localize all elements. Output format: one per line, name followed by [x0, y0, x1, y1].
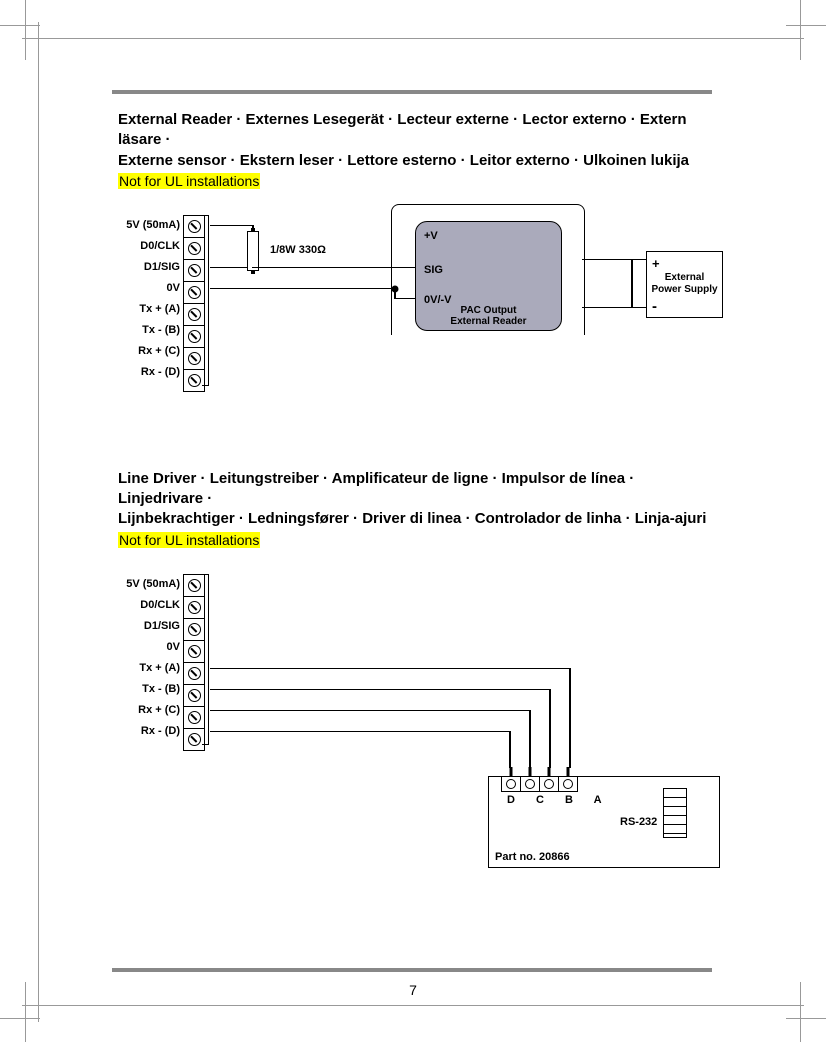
section2-highlight: Not for UL installations — [118, 532, 260, 548]
diagram-line-driver: 5V (50mA) D0/CLK D1/SIG 0V Tx + (A) Tx -… — [118, 558, 718, 898]
term-label: Tx + (A) — [118, 303, 180, 315]
cropmark — [786, 25, 826, 26]
term-label: D0/CLK — [118, 599, 180, 611]
section2-title-line1: Line Driver · Leitungstreiber · Amplific… — [118, 470, 634, 507]
wire — [210, 288, 395, 290]
wire — [631, 259, 633, 307]
term-label: 0V — [118, 641, 180, 653]
cropmark — [786, 1018, 826, 1019]
term-label: 5V (50mA) — [118, 219, 180, 231]
bottom-rule — [112, 968, 712, 972]
frame-line — [22, 1005, 804, 1006]
psu-plus: + — [652, 256, 660, 271]
section1-title-line1: External Reader · Externes Lesegerät · L… — [118, 111, 687, 148]
wire — [210, 689, 550, 691]
term-label: Tx - (B) — [118, 324, 180, 336]
line-driver-partno: Part no. 20866 — [495, 851, 570, 863]
wire — [569, 668, 571, 768]
cropmark — [0, 25, 40, 26]
section1-highlight: Not for UL installations — [118, 173, 260, 189]
page-number: 7 — [0, 982, 826, 998]
pac-name: PAC Output External Reader — [416, 305, 561, 328]
frame-line — [22, 38, 804, 39]
wire — [210, 731, 510, 733]
psu-minus: - — [652, 298, 657, 315]
section2-title: Line Driver · Leitungstreiber · Amplific… — [118, 469, 718, 530]
term-label: D1/SIG — [118, 620, 180, 632]
term-label: Tx - (B) — [118, 683, 180, 695]
term-label: D0/CLK — [118, 240, 180, 252]
rs232-port — [663, 788, 687, 838]
cropmark — [25, 0, 26, 60]
wire — [210, 225, 253, 227]
term-label: 0V — [118, 282, 180, 294]
diagram-external-reader: 5V (50mA) D0/CLK D1/SIG 0V Tx + (A) Tx -… — [118, 199, 718, 429]
term-label: D1/SIG — [118, 261, 180, 273]
term-label: 5V (50mA) — [118, 578, 180, 590]
pac-pin-sig: SIG — [424, 264, 443, 276]
wire — [509, 731, 511, 768]
wire — [529, 710, 531, 768]
wire — [582, 307, 632, 309]
wire — [210, 668, 570, 670]
section1-title: External Reader · Externes Lesegerät · L… — [118, 110, 718, 171]
wire — [210, 710, 530, 712]
terminal-block-edge — [202, 215, 209, 386]
frame-line — [38, 22, 39, 1022]
wire — [631, 307, 647, 309]
term-label: Tx + (A) — [118, 662, 180, 674]
resistor-label: 1/8W 330Ω — [270, 244, 326, 256]
pac-pin-v: +V — [424, 230, 438, 242]
section2-title-line2: Lijnbekrachtiger · Ledningsfører · Drive… — [118, 510, 706, 527]
line-driver-pin-letters: D C B A — [507, 794, 611, 806]
term-label: Rx - (D) — [118, 725, 180, 737]
term-label: Rx - (D) — [118, 366, 180, 378]
page: External Reader · Externes Lesegerät · L… — [0, 0, 826, 1042]
wire — [582, 259, 632, 261]
cropmark — [0, 1018, 40, 1019]
wire — [210, 267, 248, 269]
content-column: External Reader · Externes Lesegerät · L… — [118, 92, 718, 898]
pac-box: +V SIG 0V/-V PAC Output External Reader — [415, 221, 562, 331]
psu-label2: Power Supply — [651, 284, 717, 295]
terminal-block-edge — [202, 574, 209, 745]
line-driver-pinstrip — [501, 776, 578, 792]
resistor: 1/8W 330Ω — [247, 231, 259, 271]
wire — [549, 689, 551, 768]
psu-label1: External — [665, 272, 704, 283]
wire — [631, 259, 647, 261]
cropmark — [800, 0, 801, 60]
external-psu: + - External Power Supply — [646, 251, 723, 318]
term-label: Rx + (C) — [118, 345, 180, 357]
section1-title-line2: Externe sensor · Ekstern leser · Lettore… — [118, 152, 689, 169]
term-label: Rx + (C) — [118, 704, 180, 716]
rs232-label: RS-232 — [620, 816, 657, 828]
